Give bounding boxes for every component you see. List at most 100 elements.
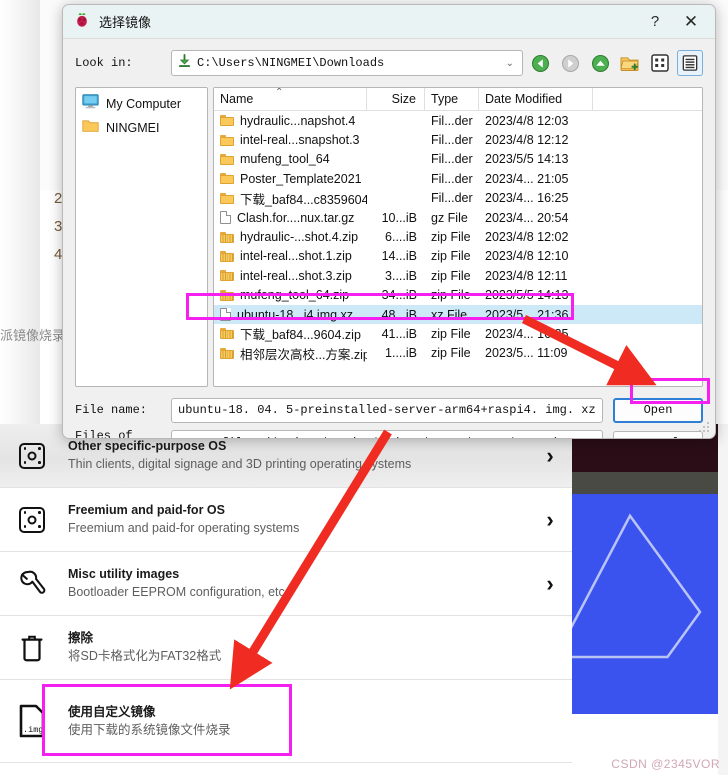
file-type-cell: zip File (431, 268, 471, 283)
os-row-subtitle: Freemium and paid-for operating systems (68, 521, 300, 535)
file-name-cell: Poster_Template2021 (214, 172, 367, 186)
file-name-cell: 相邻层次高校...方案.zip (214, 344, 367, 363)
sidebar-item-ningmei[interactable]: NINGMEI (76, 116, 207, 140)
table-row[interactable]: intel-real...snapshot.3 Fil...der 2023/4… (214, 130, 702, 149)
computer-icon (82, 94, 99, 114)
look-in-combobox[interactable]: C:\Users\NINGMEI\Downloads ⌄ (171, 50, 523, 76)
file-name-cell: hydraulic...napshot.4 (214, 114, 367, 128)
close-icon[interactable]: ✕ (673, 7, 709, 37)
os-list-scrollbar-track[interactable] (718, 424, 728, 775)
chevron-down-icon[interactable]: ⌄ (506, 58, 514, 69)
file-name-text: 相邻层次高校...方案.zip (240, 347, 367, 362)
file-date-cell: 2023/4/8 12:10 (485, 249, 569, 264)
folder-icon (220, 153, 234, 165)
parent-directory-icon[interactable] (587, 50, 613, 76)
file-name-label: File name: (75, 403, 148, 417)
table-row[interactable]: hydraulic...napshot.4 Fil...der 2023/4/8… (214, 111, 702, 130)
file-type-cell: zip File (431, 249, 471, 264)
table-row[interactable]: Clash.for....nux.tar.gz 10...iB gz File … (214, 208, 702, 227)
os-row-text: 擦除 将SD卡格式化为FAT32格式 (64, 630, 528, 665)
chevron-right-icon: › (546, 570, 554, 596)
table-row[interactable]: 相邻层次高校...方案.zip 1....iB zip File 2023/5.… (214, 344, 702, 363)
file-type-cell: Fil...der (431, 191, 473, 206)
os-row-use-custom-image[interactable]: .img 使用自定义镜像 使用下载的系统镜像文件烧录 (0, 680, 572, 763)
file-type-cell: zip File (431, 288, 471, 303)
zip-icon (220, 347, 234, 359)
file-name-row: File name: ubuntu-18. 04. 5-preinstalled… (75, 396, 703, 424)
table-row[interactable]: hydraulic-...shot.4.zip 6....iB zip File… (214, 227, 702, 246)
dialog-title-text: 选择镜像 (99, 15, 152, 30)
table-row[interactable]: intel-real...shot.1.zip 14...iB zip File… (214, 247, 702, 266)
download-icon (178, 53, 191, 73)
os-row-erase[interactable]: 擦除 将SD卡格式化为FAT32格式 (0, 616, 572, 680)
polygon-shape-icon (572, 513, 702, 659)
chevron-down-icon[interactable]: ⌄ (586, 438, 594, 439)
folder-icon (220, 192, 234, 204)
sidebar-item-label: My Computer (106, 97, 182, 111)
table-row[interactable]: 下载_baf84...c8359604 Fil...der 2023/4... … (214, 189, 702, 208)
desktop-background-right: 使用方法：使用 (572, 424, 728, 775)
table-row[interactable]: mufeng_tool_64.zip 34...iB zip File 2023… (214, 286, 702, 305)
file-name-cell: intel-real...snapshot.3 (214, 133, 367, 147)
file-list-view[interactable]: Name ⌃ Size Type Date Modified hydraulic… (213, 87, 703, 387)
trash-icon (0, 633, 64, 663)
zip-icon (220, 250, 234, 262)
file-type-cell: Fil...der (431, 113, 473, 128)
sidebar-item-my-computer[interactable]: My Computer (76, 92, 207, 116)
files-of-type-combobox[interactable]: Image files (*. img *. zip *. iso *. gz … (171, 430, 603, 439)
document-icon (220, 308, 231, 322)
help-button[interactable]: ? (637, 7, 673, 37)
column-header-size[interactable]: Size (367, 88, 425, 110)
cancel-button[interactable]: Cancel (613, 430, 703, 438)
os-row-title: 擦除 (68, 631, 94, 645)
file-list-header: Name ⌃ Size Type Date Modified (214, 88, 702, 111)
dialog-panes: My Computer NINGMEI Name ⌃ Size Type Dat… (75, 87, 703, 387)
table-row[interactable]: intel-real...shot.3.zip 3....iB zip File… (214, 266, 702, 285)
file-name-text: intel-real...shot.1.zip (240, 249, 352, 264)
open-button[interactable]: Open (613, 397, 703, 423)
back-icon[interactable] (527, 50, 553, 76)
gray-bar (572, 472, 728, 494)
file-name-text: 下载_baf84...9604.zip (240, 328, 361, 343)
look-in-label: Look in: (75, 56, 133, 70)
zip-icon (220, 231, 234, 243)
os-row-title: Freemium and paid-for OS (68, 503, 225, 517)
file-name-cell: Clash.for....nux.tar.gz (214, 211, 367, 225)
table-row[interactable]: mufeng_tool_64 Fil...der 2023/5/5 14:13 (214, 150, 702, 169)
table-row[interactable]: 下载_baf84...9604.zip 41...iB zip File 202… (214, 324, 702, 343)
select-image-file-dialog: 选择镜像 ? ✕ Look in: C:\Users\NINGMEI\Downl… (62, 4, 716, 439)
file-size-cell: 10...iB (381, 210, 417, 225)
column-header-type[interactable]: Type (425, 88, 479, 110)
places-sidebar: My Computer NINGMEI (75, 87, 208, 387)
os-square-icon (0, 506, 64, 533)
resize-grip[interactable] (699, 422, 711, 434)
file-name-cell: 下载_baf84...c8359604 (214, 189, 367, 208)
file-name-cell: ubuntu-18...i4.img.xz (214, 308, 367, 322)
file-name-input[interactable]: ubuntu-18. 04. 5-preinstalled-server-arm… (171, 397, 603, 423)
os-row-freemium-paid[interactable]: Freemium and paid-for OS Freemium and pa… (0, 488, 572, 552)
file-date-cell: 2023/5... 11:09 (485, 346, 568, 361)
folder-icon (220, 115, 234, 127)
file-date-cell: 2023/4/8 12:03 (485, 113, 569, 128)
new-folder-icon[interactable] (617, 50, 643, 76)
os-row-title: 使用自定义镜像 (68, 704, 156, 719)
file-size-cell: 14...iB (381, 249, 417, 264)
file-date-cell: 2023/4... 16:25 (485, 326, 569, 341)
table-row-selected[interactable]: ubuntu-18...i4.img.xz 48...iB xz File 20… (214, 304, 702, 325)
os-square-icon (0, 442, 64, 469)
table-row[interactable]: Poster_Template2021 Fil...der 2023/4... … (214, 169, 702, 188)
img-file-icon: .img (0, 704, 64, 738)
list-view-icon[interactable] (647, 50, 673, 76)
file-name-cell: hydraulic-...shot.4.zip (214, 230, 367, 244)
os-row-misc-utility[interactable]: Misc utility images Bootloader EEPROM co… (0, 552, 572, 616)
file-name-text: mufeng_tool_64.zip (240, 288, 350, 303)
file-date-cell: 2023/4... 21:05 (485, 171, 569, 186)
file-date-cell: 2023/5/5 14:13 (485, 152, 569, 167)
file-size-cell: 3....iB (385, 268, 417, 283)
wrench-icon (0, 569, 64, 599)
folder-icon (220, 134, 234, 146)
column-header-name[interactable]: Name ⌃ (214, 88, 367, 110)
column-header-date-modified[interactable]: Date Modified (479, 88, 593, 110)
detail-view-icon[interactable] (677, 50, 703, 76)
file-type-cell: Fil...der (431, 152, 473, 167)
